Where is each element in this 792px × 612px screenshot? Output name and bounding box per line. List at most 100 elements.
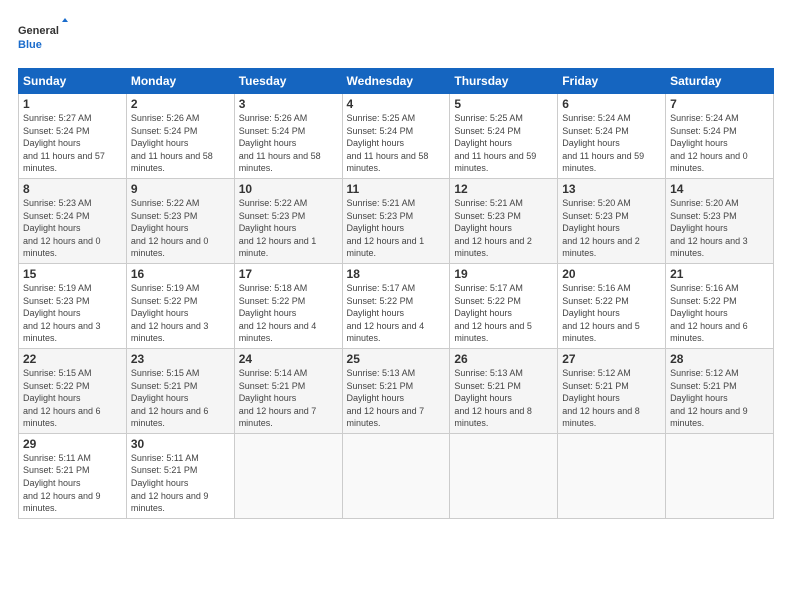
- day-info: Sunrise: 5:26 AMSunset: 5:24 PMDaylight …: [239, 112, 338, 175]
- day-number: 18: [347, 267, 446, 281]
- calendar-cell: [558, 433, 666, 518]
- day-info: Sunrise: 5:16 AMSunset: 5:22 PMDaylight …: [670, 282, 769, 345]
- day-number: 12: [454, 182, 553, 196]
- svg-text:General: General: [18, 25, 59, 37]
- calendar-cell: 22Sunrise: 5:15 AMSunset: 5:22 PMDayligh…: [19, 348, 127, 433]
- day-info: Sunrise: 5:19 AMSunset: 5:22 PMDaylight …: [131, 282, 230, 345]
- calendar-cell: 18Sunrise: 5:17 AMSunset: 5:22 PMDayligh…: [342, 263, 450, 348]
- weekday-header-monday: Monday: [126, 69, 234, 94]
- day-info: Sunrise: 5:25 AMSunset: 5:24 PMDaylight …: [454, 112, 553, 175]
- day-info: Sunrise: 5:11 AMSunset: 5:21 PMDaylight …: [131, 452, 230, 515]
- day-number: 29: [23, 437, 122, 451]
- day-number: 5: [454, 97, 553, 111]
- calendar-cell: 2Sunrise: 5:26 AMSunset: 5:24 PMDaylight…: [126, 94, 234, 179]
- calendar-cell: 10Sunrise: 5:22 AMSunset: 5:23 PMDayligh…: [234, 178, 342, 263]
- calendar-cell: 8Sunrise: 5:23 AMSunset: 5:24 PMDaylight…: [19, 178, 127, 263]
- logo-svg: General Blue: [18, 18, 68, 58]
- header: General Blue: [18, 18, 774, 58]
- day-number: 24: [239, 352, 338, 366]
- day-info: Sunrise: 5:18 AMSunset: 5:22 PMDaylight …: [239, 282, 338, 345]
- day-info: Sunrise: 5:22 AMSunset: 5:23 PMDaylight …: [131, 197, 230, 260]
- day-number: 2: [131, 97, 230, 111]
- day-number: 1: [23, 97, 122, 111]
- calendar-cell: 20Sunrise: 5:16 AMSunset: 5:22 PMDayligh…: [558, 263, 666, 348]
- day-info: Sunrise: 5:12 AMSunset: 5:21 PMDaylight …: [670, 367, 769, 430]
- day-number: 21: [670, 267, 769, 281]
- calendar-cell: 12Sunrise: 5:21 AMSunset: 5:23 PMDayligh…: [450, 178, 558, 263]
- calendar-cell: [450, 433, 558, 518]
- calendar-cell: 28Sunrise: 5:12 AMSunset: 5:21 PMDayligh…: [666, 348, 774, 433]
- day-info: Sunrise: 5:15 AMSunset: 5:21 PMDaylight …: [131, 367, 230, 430]
- calendar-cell: [666, 433, 774, 518]
- weekday-header-thursday: Thursday: [450, 69, 558, 94]
- day-number: 17: [239, 267, 338, 281]
- day-info: Sunrise: 5:24 AMSunset: 5:24 PMDaylight …: [562, 112, 661, 175]
- svg-text:Blue: Blue: [18, 39, 42, 51]
- day-number: 19: [454, 267, 553, 281]
- day-info: Sunrise: 5:20 AMSunset: 5:23 PMDaylight …: [670, 197, 769, 260]
- day-info: Sunrise: 5:13 AMSunset: 5:21 PMDaylight …: [347, 367, 446, 430]
- calendar-cell: 21Sunrise: 5:16 AMSunset: 5:22 PMDayligh…: [666, 263, 774, 348]
- day-number: 23: [131, 352, 230, 366]
- day-info: Sunrise: 5:17 AMSunset: 5:22 PMDaylight …: [347, 282, 446, 345]
- day-info: Sunrise: 5:15 AMSunset: 5:22 PMDaylight …: [23, 367, 122, 430]
- calendar-cell: 13Sunrise: 5:20 AMSunset: 5:23 PMDayligh…: [558, 178, 666, 263]
- calendar-cell: 19Sunrise: 5:17 AMSunset: 5:22 PMDayligh…: [450, 263, 558, 348]
- calendar-cell: 15Sunrise: 5:19 AMSunset: 5:23 PMDayligh…: [19, 263, 127, 348]
- day-number: 7: [670, 97, 769, 111]
- calendar-cell: 4Sunrise: 5:25 AMSunset: 5:24 PMDaylight…: [342, 94, 450, 179]
- day-number: 20: [562, 267, 661, 281]
- day-number: 16: [131, 267, 230, 281]
- day-info: Sunrise: 5:21 AMSunset: 5:23 PMDaylight …: [347, 197, 446, 260]
- page: General Blue SundayMondayTuesdayWednesda…: [0, 0, 792, 612]
- day-number: 8: [23, 182, 122, 196]
- day-info: Sunrise: 5:25 AMSunset: 5:24 PMDaylight …: [347, 112, 446, 175]
- calendar-cell: 1Sunrise: 5:27 AMSunset: 5:24 PMDaylight…: [19, 94, 127, 179]
- day-info: Sunrise: 5:27 AMSunset: 5:24 PMDaylight …: [23, 112, 122, 175]
- calendar-cell: 23Sunrise: 5:15 AMSunset: 5:21 PMDayligh…: [126, 348, 234, 433]
- day-info: Sunrise: 5:20 AMSunset: 5:23 PMDaylight …: [562, 197, 661, 260]
- day-info: Sunrise: 5:26 AMSunset: 5:24 PMDaylight …: [131, 112, 230, 175]
- day-number: 11: [347, 182, 446, 196]
- day-info: Sunrise: 5:19 AMSunset: 5:23 PMDaylight …: [23, 282, 122, 345]
- calendar-cell: 7Sunrise: 5:24 AMSunset: 5:24 PMDaylight…: [666, 94, 774, 179]
- calendar-cell: 17Sunrise: 5:18 AMSunset: 5:22 PMDayligh…: [234, 263, 342, 348]
- weekday-header-wednesday: Wednesday: [342, 69, 450, 94]
- day-number: 13: [562, 182, 661, 196]
- calendar-cell: 27Sunrise: 5:12 AMSunset: 5:21 PMDayligh…: [558, 348, 666, 433]
- day-number: 6: [562, 97, 661, 111]
- weekday-header-tuesday: Tuesday: [234, 69, 342, 94]
- calendar-cell: 14Sunrise: 5:20 AMSunset: 5:23 PMDayligh…: [666, 178, 774, 263]
- day-info: Sunrise: 5:24 AMSunset: 5:24 PMDaylight …: [670, 112, 769, 175]
- day-number: 26: [454, 352, 553, 366]
- day-info: Sunrise: 5:22 AMSunset: 5:23 PMDaylight …: [239, 197, 338, 260]
- day-info: Sunrise: 5:13 AMSunset: 5:21 PMDaylight …: [454, 367, 553, 430]
- day-number: 3: [239, 97, 338, 111]
- calendar-cell: 11Sunrise: 5:21 AMSunset: 5:23 PMDayligh…: [342, 178, 450, 263]
- calendar-cell: 29Sunrise: 5:11 AMSunset: 5:21 PMDayligh…: [19, 433, 127, 518]
- weekday-header-friday: Friday: [558, 69, 666, 94]
- calendar-cell: 24Sunrise: 5:14 AMSunset: 5:21 PMDayligh…: [234, 348, 342, 433]
- calendar-cell: 16Sunrise: 5:19 AMSunset: 5:22 PMDayligh…: [126, 263, 234, 348]
- calendar-table: SundayMondayTuesdayWednesdayThursdayFrid…: [18, 68, 774, 519]
- calendar-cell: 6Sunrise: 5:24 AMSunset: 5:24 PMDaylight…: [558, 94, 666, 179]
- day-number: 28: [670, 352, 769, 366]
- day-number: 9: [131, 182, 230, 196]
- calendar-cell: 5Sunrise: 5:25 AMSunset: 5:24 PMDaylight…: [450, 94, 558, 179]
- calendar-cell: 9Sunrise: 5:22 AMSunset: 5:23 PMDaylight…: [126, 178, 234, 263]
- day-info: Sunrise: 5:11 AMSunset: 5:21 PMDaylight …: [23, 452, 122, 515]
- day-number: 25: [347, 352, 446, 366]
- weekday-header-sunday: Sunday: [19, 69, 127, 94]
- day-info: Sunrise: 5:17 AMSunset: 5:22 PMDaylight …: [454, 282, 553, 345]
- day-number: 10: [239, 182, 338, 196]
- weekday-header-saturday: Saturday: [666, 69, 774, 94]
- calendar-cell: 3Sunrise: 5:26 AMSunset: 5:24 PMDaylight…: [234, 94, 342, 179]
- calendar-cell: 25Sunrise: 5:13 AMSunset: 5:21 PMDayligh…: [342, 348, 450, 433]
- calendar-cell: 30Sunrise: 5:11 AMSunset: 5:21 PMDayligh…: [126, 433, 234, 518]
- day-info: Sunrise: 5:14 AMSunset: 5:21 PMDaylight …: [239, 367, 338, 430]
- logo: General Blue: [18, 18, 68, 58]
- calendar-cell: [234, 433, 342, 518]
- day-number: 27: [562, 352, 661, 366]
- day-number: 15: [23, 267, 122, 281]
- day-number: 30: [131, 437, 230, 451]
